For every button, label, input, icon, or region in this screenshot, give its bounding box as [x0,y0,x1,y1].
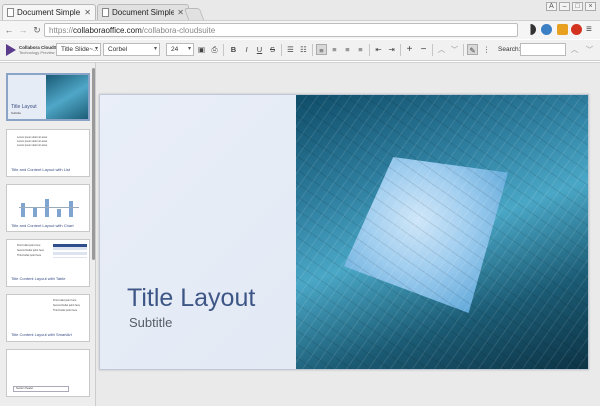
zoom-out-icon[interactable]: − [418,44,429,55]
align-center-button[interactable]: ≡ [329,44,340,55]
slide-canvas-area: Title Layout Subtitle [97,63,600,406]
chart-bar [45,199,49,217]
reload-icon[interactable]: ↻ [31,24,43,36]
back-icon[interactable]: ← [3,24,15,36]
extension-icon[interactable] [557,24,568,35]
chart-bar [21,203,25,217]
slide-title[interactable]: Title Layout [127,284,255,313]
search-prev-icon[interactable]: ︿ [569,44,580,55]
browser-tab[interactable]: Document Simple Ex ✕ [97,4,189,20]
menu-icon[interactable]: ≡ [586,24,597,35]
navigation-bar: ← → ↻ https://collaboraoffice.com/collab… [0,20,600,39]
browser-tab-active[interactable]: Document Simple Ex ✕ [2,4,96,20]
chevron-down-icon: ▾ [187,46,191,52]
chevron-down-icon: ▾ [153,46,157,52]
sidebar-scrollbar[interactable] [92,68,95,260]
more-options-icon[interactable]: ⋮ [481,44,492,55]
contrast-icon[interactable] [530,24,536,35]
new-tab-button[interactable] [183,8,205,20]
url-host: collaboraoffice.com [73,25,142,35]
slide-thumbnail-6[interactable]: Section Header [6,349,90,397]
close-icon[interactable]: ✕ [177,8,184,17]
style-select[interactable]: Title Slide~... ▾ [56,43,101,56]
slide-thumbnail-5[interactable]: First bullet point here Second bullet po… [6,294,90,342]
strikethrough-button[interactable]: S [267,44,278,55]
opera-icon[interactable] [571,24,582,35]
document-icon [7,8,14,17]
chevron-up-icon[interactable]: ︿ [436,44,447,55]
slide-thumbnail-3[interactable]: Title and Content Layout with Chart [6,184,90,232]
bullets-icon[interactable]: ☷ [298,44,309,55]
slide-thumbnail-2[interactable]: Lorem ipsum dolor sit amet Lorem ipsum d… [6,129,90,177]
forward-icon[interactable]: → [17,24,29,36]
address-bar[interactable]: https://collaboraoffice.com/collabora-cl… [44,23,518,37]
font-select[interactable]: Corbel ▾ [103,43,160,56]
chart-bar [33,207,37,217]
tab-title: Document Simple Ex [112,8,175,17]
underline-button[interactable]: U [254,44,265,55]
close-icon[interactable]: ✕ [84,8,91,17]
url-scheme: https:// [49,25,74,35]
user-icon[interactable]: A [546,2,557,11]
edit-pencil-icon[interactable]: ✎ [467,44,478,55]
search-input[interactable] [520,43,566,56]
globe-icon[interactable] [541,24,552,35]
font-size-select[interactable]: 24 ▾ [166,43,194,56]
close-window-button[interactable]: × [585,2,596,11]
document-icon [102,8,109,17]
zoom-in-icon[interactable]: + [404,44,415,55]
tab-strip: Document Simple Ex ✕ Document Simple Ex … [0,0,600,20]
outdent-icon[interactable]: ⇥ [386,44,397,55]
indent-icon[interactable]: ⇤ [373,44,384,55]
align-left-button[interactable]: ≡ [316,44,327,55]
maximize-button[interactable]: □ [572,2,583,11]
glass-grid-overlay [296,95,588,369]
tab-title: Document Simple Ex [17,8,81,17]
table-preview [53,244,87,258]
chevron-down-icon: ▾ [94,46,98,52]
search-label: Search: [498,46,521,53]
logo-mark-icon [6,44,16,56]
current-slide[interactable]: Title Layout Subtitle [99,94,589,370]
numbering-icon[interactable]: ☰ [285,44,296,55]
chart-bar [69,201,73,217]
align-right-button[interactable]: ≡ [342,44,353,55]
italic-button[interactable]: I [241,44,252,55]
bold-button[interactable]: B [228,44,239,55]
slide-sorter: Title Layout Subtitle Lorem ipsum dolor … [0,63,96,406]
thumbnail-photo [46,75,88,119]
slide-subtitle[interactable]: Subtitle [129,315,172,330]
slide-thumbnail-1[interactable]: Title Layout Subtitle [6,73,90,121]
save-icon[interactable]: ▣ [196,44,207,55]
minimize-button[interactable]: – [559,2,570,11]
slide-thumbnail-4[interactable]: First bullet point here Second bullet po… [6,239,90,287]
browser-chrome: Document Simple Ex ✕ Document Simple Ex … [0,0,600,39]
chevron-down-icon[interactable]: ﹀ [449,44,460,55]
print-icon[interactable]: ⎙ [209,44,220,55]
justify-button[interactable]: ≡ [355,44,366,55]
slide-photo [296,95,588,369]
search-next-icon[interactable]: ﹀ [584,44,595,55]
chart-bar [57,209,61,217]
window-controls: A – □ × [546,2,596,11]
url-path: /collabora-cloudsuite [141,25,216,35]
workspace: Title Layout Subtitle Lorem ipsum dolor … [0,62,600,406]
editor-toolbar: Collabora CloudSuite Technology Preview … [0,40,600,61]
